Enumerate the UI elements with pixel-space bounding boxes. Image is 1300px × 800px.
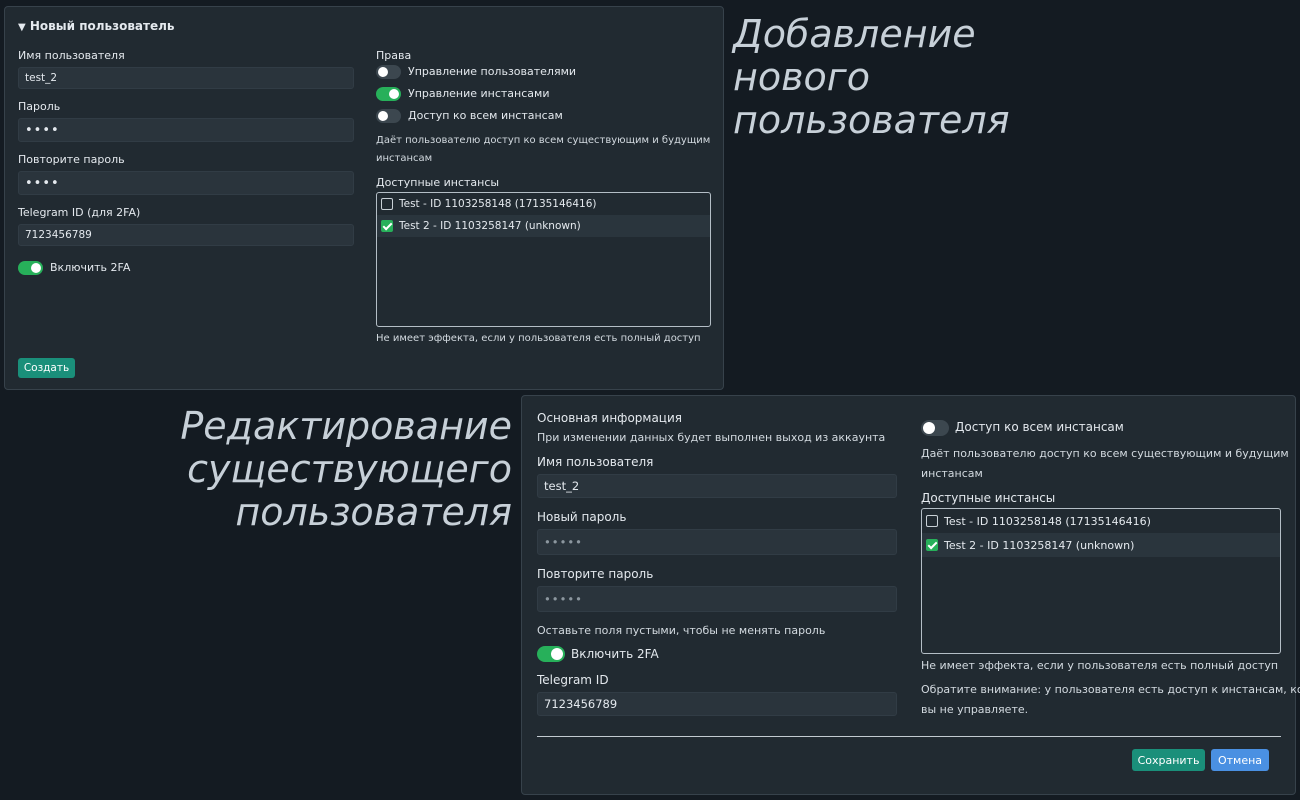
new-user-header[interactable]: ▼ Новый пользователь <box>18 19 175 33</box>
new-user-panel: ▼ Новый пользователь Имя пользователя te… <box>4 6 724 390</box>
empty-password-note: Оставьте поля пустыми, чтобы не менять п… <box>537 624 826 637</box>
all-instances-toggle[interactable] <box>376 109 401 123</box>
checkbox-icon[interactable] <box>381 198 393 210</box>
twofa-label: Включить 2FA <box>571 647 659 661</box>
instances-label: Доступные инстансы <box>921 491 1056 505</box>
all-instances-label: Доступ ко всем инстансам <box>955 420 1124 434</box>
instance-item-label: Test 2 - ID 1103258147 (unknown) <box>399 220 581 232</box>
twofa-label: Включить 2FA <box>50 261 131 274</box>
instances-listbox[interactable]: Test - ID 1103258148 (17135146416) Test … <box>376 192 711 327</box>
full-access-hint-line2: инстансам <box>921 467 983 480</box>
twofa-toggle[interactable] <box>18 261 43 275</box>
telegram-label: Telegram ID <box>537 673 609 687</box>
twofa-toggle[interactable] <box>537 646 565 662</box>
instance-item-label: Test 2 - ID 1103258147 (unknown) <box>944 538 1135 552</box>
manage-users-label: Управление пользователями <box>408 65 577 78</box>
all-instances-toggle[interactable] <box>921 420 949 436</box>
manage-instances-toggle[interactable] <box>376 87 401 101</box>
add-user-heading: Добавление нового пользователя <box>733 13 1010 142</box>
new-password-input[interactable]: ••••• <box>537 529 897 555</box>
triangle-down-icon: ▼ <box>18 22 26 33</box>
logout-note: При изменении данных будет выполнен выхо… <box>537 431 886 444</box>
edit-user-heading-line: Редактирование <box>180 404 512 448</box>
repeat-password-input[interactable]: ••••• <box>537 586 897 612</box>
telegram-input[interactable]: 7123456789 <box>537 692 897 716</box>
repeat-password-label: Повторите пароль <box>537 567 654 581</box>
instances-label: Доступные инстансы <box>376 176 500 189</box>
instances-listbox[interactable]: Test - ID 1103258148 (17135146416) Test … <box>921 508 1281 654</box>
edit-user-panel: Основная информация При изменении данных… <box>521 395 1300 795</box>
section-title: Основная информация <box>537 411 682 425</box>
instance-item-label: Test - ID 1103258148 (17135146416) <box>944 514 1151 528</box>
username-input[interactable]: test_2 <box>18 67 354 89</box>
edit-user-heading-line: пользователя <box>235 490 512 534</box>
no-effect-note: Не имеет эффекта, если у пользователя ес… <box>921 659 1279 672</box>
save-button[interactable]: Сохранить <box>1132 749 1205 771</box>
instance-item-label: Test - ID 1103258148 (17135146416) <box>399 198 597 210</box>
add-user-heading-line: Добавление <box>733 12 976 56</box>
footer-divider <box>537 736 1281 737</box>
instance-item[interactable]: Test - ID 1103258148 (17135146416) <box>377 193 710 215</box>
telegram-input[interactable]: 7123456789 <box>18 224 354 246</box>
username-input[interactable]: test_2 <box>537 474 897 498</box>
instance-item[interactable]: Test - ID 1103258148 (17135146416) <box>922 509 1280 533</box>
password-input[interactable]: •••• <box>18 118 354 142</box>
add-user-heading-line: пользователя <box>733 98 1010 142</box>
checkbox-checked-icon[interactable] <box>926 539 938 551</box>
edit-user-heading: Редактирование существующего пользовател… <box>150 405 512 534</box>
manage-users-toggle[interactable] <box>376 65 401 79</box>
warning-line2: вы не управляете. <box>921 703 1029 716</box>
manage-instances-label: Управление инстансами <box>408 87 550 100</box>
checkbox-checked-icon[interactable] <box>381 220 393 232</box>
full-access-hint-line1: Даёт пользователю доступ ко всем существ… <box>376 135 711 146</box>
rights-label: Права <box>376 49 412 62</box>
instance-item[interactable]: Test 2 - ID 1103258147 (unknown) <box>922 533 1280 557</box>
all-instances-label: Доступ ко всем инстансам <box>408 109 563 122</box>
new-user-header-label: Новый пользователь <box>29 19 175 33</box>
warning-line1: Обратите внимание: у пользователя есть д… <box>921 683 1300 696</box>
repeat-password-label: Повторите пароль <box>18 153 125 166</box>
add-user-heading-line: нового <box>733 55 870 99</box>
checkbox-icon[interactable] <box>926 515 938 527</box>
new-password-label: Новый пароль <box>537 510 627 524</box>
full-access-hint-line1: Даёт пользователю доступ ко всем существ… <box>921 447 1289 460</box>
edit-user-heading-line: существующего <box>187 447 512 491</box>
password-label: Пароль <box>18 100 61 113</box>
no-effect-note: Не имеет эффекта, если у пользователя ес… <box>376 333 701 344</box>
cancel-button[interactable]: Отмена <box>1211 749 1269 771</box>
instance-item[interactable]: Test 2 - ID 1103258147 (unknown) <box>377 215 710 237</box>
telegram-label: Telegram ID (для 2FA) <box>18 206 141 219</box>
full-access-hint-line2: инстансам <box>376 153 433 164</box>
repeat-password-input[interactable]: •••• <box>18 171 354 195</box>
create-button[interactable]: Создать <box>18 358 75 378</box>
username-label: Имя пользователя <box>537 455 654 469</box>
username-label: Имя пользователя <box>18 49 125 62</box>
